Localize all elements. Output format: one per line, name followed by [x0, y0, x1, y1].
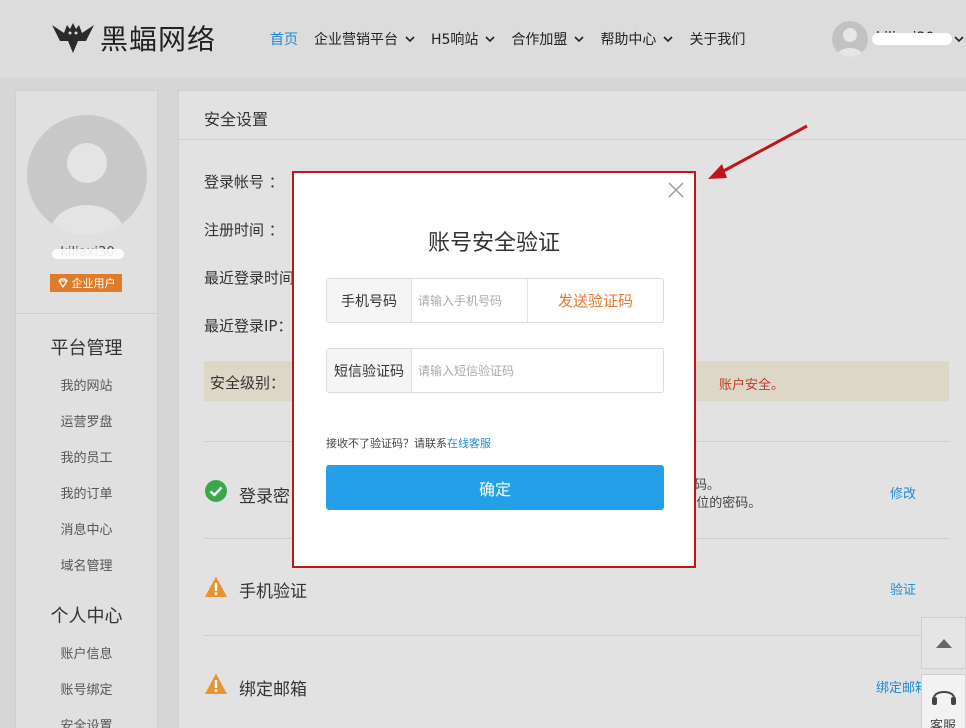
avatar-silhouette-icon	[49, 143, 125, 235]
chevron-down-icon	[405, 36, 415, 43]
chevron-down-icon	[574, 36, 585, 43]
login-account-label: 登录帐号 ：	[204, 173, 284, 191]
user-avatar[interactable]	[832, 21, 868, 57]
red-arrow-annotation	[708, 124, 808, 179]
security-verify-modal: 账号安全验证 手机号码 发送验证码 短信验证码 接收不了验证码？请联系在线客服 …	[292, 171, 696, 568]
sidebar-item-operations-compass[interactable]: 运营罗盘	[16, 411, 157, 430]
nav-help-label: 帮助中心	[600, 32, 657, 48]
logo[interactable]: 黑蝠网络	[50, 18, 216, 58]
nav-marketing-platform[interactable]: 企业营销平台	[314, 29, 415, 49]
enterprise-badge: 企业用户	[50, 274, 122, 292]
check-circle-icon	[205, 480, 227, 502]
phone-field: 手机号码 发送验证码	[326, 278, 664, 323]
security-level-label: 安全级别：	[210, 374, 286, 392]
row-bind-email-title: 绑定邮箱	[239, 680, 307, 700]
sidebar-item-account-info[interactable]: 账户信息	[16, 643, 157, 662]
section-personal-center: 个人中心	[50, 606, 123, 627]
diamond-icon	[57, 278, 68, 289]
sidebar-item-domains[interactable]: 域名管理	[16, 555, 157, 574]
online-support-link[interactable]: 在线客服	[447, 437, 491, 450]
section-platform-management: 平台管理	[50, 338, 123, 359]
username-redaction	[872, 33, 952, 45]
nav-h5-site[interactable]: H5响站	[431, 29, 496, 49]
nav-about-us[interactable]: 关于我们	[689, 29, 745, 49]
divider	[16, 313, 157, 314]
nav-help-center[interactable]: 帮助中心	[600, 29, 674, 49]
close-icon[interactable]	[667, 181, 685, 199]
nav-h5-label: H5响站	[431, 32, 479, 48]
divider	[204, 635, 949, 636]
main-nav: 首页 企业营销平台 H5响站 合作加盟 帮助中心 关于我们	[262, 0, 753, 78]
bat-logo-icon	[52, 23, 94, 53]
divider	[179, 139, 966, 140]
sidebar-item-account-binding[interactable]: 账号绑定	[16, 679, 157, 698]
chevron-down-icon	[485, 36, 496, 43]
row-login-password-title: 登录密	[239, 487, 290, 507]
chevron-down-icon[interactable]	[954, 34, 964, 44]
username-redaction	[52, 249, 124, 259]
nav-about-label: 关于我们	[689, 32, 746, 48]
register-time-label: 注册时间 ：	[204, 221, 284, 239]
row-login-password-desc2: 6位的密码。	[688, 496, 762, 511]
phone-field-label: 手机号码	[327, 279, 412, 322]
sms-code-input[interactable]	[412, 349, 662, 392]
warning-icon	[205, 673, 227, 694]
customer-service-label: 客服	[930, 719, 957, 728]
row-login-password-desc1: 码。	[694, 478, 721, 493]
nav-marketing-label: 企业营销平台	[314, 32, 398, 48]
enterprise-badge-label: 企业用户	[71, 277, 116, 290]
nav-partnership[interactable]: 合作加盟	[511, 29, 585, 49]
sms-code-field: 短信验证码	[326, 348, 664, 393]
back-to-top-button[interactable]	[921, 617, 966, 669]
sms-code-field-label: 短信验证码	[327, 349, 412, 392]
help-text: 接收不了验证码？请联系在线客服	[326, 435, 491, 451]
sidebar-item-my-orders[interactable]: 我的订单	[16, 483, 157, 502]
nav-partnership-label: 合作加盟	[511, 32, 568, 48]
verify-phone-link[interactable]: 验证	[890, 579, 916, 598]
modal-title: 账号安全验证	[427, 231, 560, 256]
send-code-button[interactable]: 发送验证码	[527, 279, 663, 322]
sidebar-item-my-staff[interactable]: 我的员工	[16, 447, 157, 466]
phone-input[interactable]	[412, 279, 527, 322]
sidebar-item-my-website[interactable]: 我的网站	[16, 375, 157, 394]
top-header: 黑蝠网络 首页 企业营销平台 H5响站 合作加盟 帮助中心 关于我们 kilia…	[0, 0, 966, 78]
nav-home-label: 首页	[270, 32, 298, 48]
last-login-ip-label: 最近登录IP：	[204, 317, 293, 335]
modify-password-link[interactable]: 修改	[890, 483, 916, 502]
row-phone-verify-title: 手机验证	[239, 582, 307, 602]
avatar-silhouette-icon	[836, 28, 864, 57]
page-title: 安全设置	[204, 110, 269, 129]
sidebar-item-messages[interactable]: 消息中心	[16, 519, 157, 538]
chevron-down-icon	[663, 36, 674, 43]
last-login-time-label: 最近登录时间	[204, 269, 295, 287]
profile-avatar[interactable]	[27, 115, 147, 235]
caret-up-icon	[935, 639, 952, 648]
sidebar-item-security[interactable]: 安全设置	[16, 715, 157, 728]
confirm-button[interactable]: 确定	[326, 465, 664, 510]
nav-home[interactable]: 首页	[270, 29, 298, 49]
logo-text: 黑蝠网络	[100, 23, 217, 56]
headset-icon	[932, 691, 956, 705]
security-level-hint: 账户安全。	[719, 378, 785, 393]
customer-service-button[interactable]: 客服	[921, 674, 966, 728]
left-sidebar: kiliaxi30 企业用户 平台管理 我的网站 运营罗盘 我的员工 我的订单 …	[15, 90, 158, 728]
help-text-prefix: 接收不了验证码？请联系	[326, 437, 447, 450]
warning-icon	[205, 576, 227, 597]
